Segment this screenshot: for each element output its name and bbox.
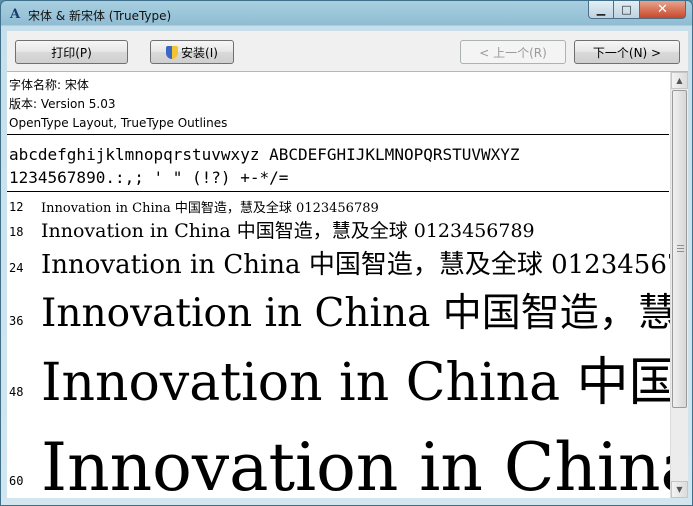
uac-shield-icon [166, 45, 179, 59]
scroll-down-button[interactable]: ▼ [671, 481, 688, 498]
grip-line [677, 251, 684, 252]
next-label: 下一个(N) > [592, 45, 662, 60]
title-bar[interactable]: A 宋体 & 新宋体 (TrueType) ▁ □ ✕ [1, 1, 692, 29]
toolbar: 打印(P) 安装(I) < 上一个(R) 下一个(N) > [7, 31, 688, 72]
sample-size-label: 60 [9, 474, 24, 488]
print-button[interactable]: 打印(P) [15, 40, 128, 64]
sample-size-label: 48 [9, 385, 24, 399]
grip-line [677, 245, 684, 246]
previous-label: < 上一个(R) [479, 45, 547, 60]
maximize-button[interactable]: □ [614, 1, 640, 19]
font-outline-line: OpenType Layout, TrueType Outlines [9, 116, 228, 130]
scroll-up-button[interactable]: ▲ [671, 72, 688, 89]
font-viewer-window: A 宋体 & 新宋体 (TrueType) ▁ □ ✕ 打印(P) 安装(I) … [0, 0, 693, 506]
charset-line-2: 1234567890.:,; ' " (!?) +-*/= [9, 168, 289, 187]
chevron-up-icon: ▲ [676, 76, 683, 85]
sample-size-label: 12 [9, 200, 24, 214]
sample-text: Innovation in China 中国智造，慧及全球 0123456789 [41, 429, 688, 498]
window-title: 宋体 & 新宋体 (TrueType) [28, 9, 172, 23]
install-label: 安装(I) [181, 45, 218, 60]
install-button[interactable]: 安装(I) [150, 40, 234, 64]
minimize-button[interactable]: ▁ [588, 1, 614, 19]
font-name-line: 字体名称: 宋体 [9, 78, 89, 92]
charset-line-1: abcdefghijklmnopqrstuvwxyz ABCDEFGHIJKLM… [9, 145, 520, 164]
sample-size-label: 18 [9, 225, 24, 239]
sample-size-label: 24 [9, 261, 24, 275]
sample-text: Innovation in China 中国智造，慧及全球 0123456789 [41, 201, 379, 216]
minimize-icon: ▁ [596, 3, 606, 16]
font-info: 字体名称: 宋体 版本: Version 5.03 OpenType Layou… [9, 76, 227, 133]
sample-text: Innovation in China 中国智造，慧及全球 0123456789 [41, 250, 688, 280]
sample-text: Innovation in China 中国智造，慧及全球 0123456789 [41, 291, 688, 336]
maximize-icon: □ [621, 3, 632, 16]
close-button[interactable]: ✕ [640, 1, 686, 19]
chevron-down-icon: ▼ [676, 485, 683, 494]
sample-text: Innovation in China 中国智造，慧及全球 0123456789 [41, 220, 535, 242]
print-label: 打印(P) [51, 45, 92, 60]
sample-text: Innovation in China 中国智造，慧及全球 0123456789 [41, 353, 688, 413]
vertical-scrollbar[interactable]: ▲ ▼ [670, 72, 688, 498]
divider [7, 134, 669, 135]
font-file-icon: A [9, 7, 21, 22]
previous-button[interactable]: < 上一个(R) [460, 40, 566, 64]
font-version-line: 版本: Version 5.03 [9, 97, 116, 111]
divider [7, 191, 669, 192]
grip-line [677, 248, 684, 249]
caption-buttons: ▁ □ ✕ [588, 1, 686, 21]
scrollbar-thumb[interactable] [672, 90, 687, 408]
next-button[interactable]: 下一个(N) > [574, 40, 680, 64]
close-icon: ✕ [657, 2, 668, 17]
sample-size-label: 36 [9, 314, 24, 328]
font-preview-area[interactable]: 字体名称: 宋体 版本: Version 5.03 OpenType Layou… [7, 72, 688, 498]
